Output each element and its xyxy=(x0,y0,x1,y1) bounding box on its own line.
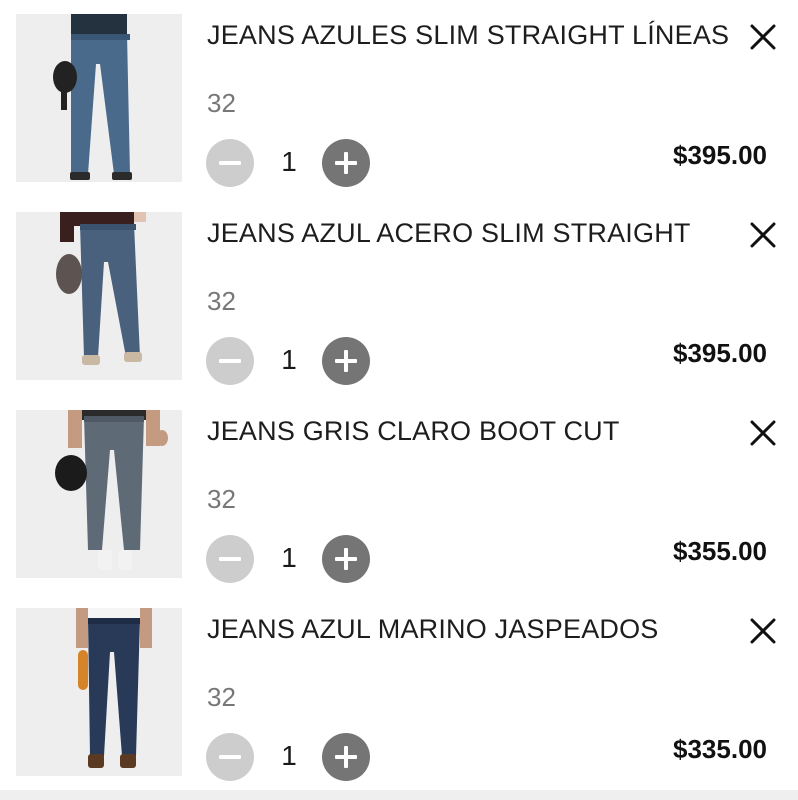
product-price: $395.00 xyxy=(673,338,767,368)
cart-list: JEANS AZULES SLIM STRAIGHT LÍNEAS 32 1 $… xyxy=(0,0,798,792)
product-price: $355.00 xyxy=(673,536,767,566)
quantity-value: 1 xyxy=(281,344,297,375)
quantity-value: 1 xyxy=(281,740,297,771)
product-image[interactable] xyxy=(16,14,182,182)
product-image[interactable] xyxy=(16,608,182,776)
quantity-value: 1 xyxy=(281,542,297,573)
product-name[interactable]: JEANS AZUL ACERO SLIM STRAIGHT xyxy=(207,218,691,249)
plus-icon xyxy=(335,152,357,174)
minus-icon xyxy=(219,161,241,165)
product-name[interactable]: JEANS GRIS CLARO BOOT CUT xyxy=(207,416,620,447)
close-icon xyxy=(750,618,776,644)
decrease-quantity-button[interactable] xyxy=(206,139,254,187)
close-icon xyxy=(750,420,776,446)
decrease-quantity-button[interactable] xyxy=(206,535,254,583)
increase-quantity-button[interactable] xyxy=(322,733,370,781)
remove-item-button[interactable] xyxy=(747,615,779,647)
remove-item-button[interactable] xyxy=(747,417,779,449)
increase-quantity-button[interactable] xyxy=(322,535,370,583)
remove-item-button[interactable] xyxy=(747,21,779,53)
plus-icon xyxy=(335,548,357,570)
product-size: 32 xyxy=(207,88,236,118)
minus-icon xyxy=(219,557,241,561)
product-image[interactable] xyxy=(16,410,182,578)
cart-item: JEANS AZULES SLIM STRAIGHT LÍNEAS 32 1 $… xyxy=(0,0,798,198)
cart-item: JEANS AZUL MARINO JASPEADOS 32 1 $335.00 xyxy=(0,594,798,792)
increase-quantity-button[interactable] xyxy=(322,139,370,187)
bottom-divider xyxy=(0,790,798,800)
product-name[interactable]: JEANS AZULES SLIM STRAIGHT LÍNEAS xyxy=(207,20,729,51)
jeans-photo xyxy=(16,212,182,380)
decrease-quantity-button[interactable] xyxy=(206,337,254,385)
jeans-photo xyxy=(16,410,182,578)
jeans-photo xyxy=(16,608,182,776)
cart-item: JEANS GRIS CLARO BOOT CUT 32 1 $355.00 xyxy=(0,396,798,594)
increase-quantity-button[interactable] xyxy=(322,337,370,385)
decrease-quantity-button[interactable] xyxy=(206,733,254,781)
close-icon xyxy=(750,222,776,248)
plus-icon xyxy=(335,746,357,768)
product-name[interactable]: JEANS AZUL MARINO JASPEADOS xyxy=(207,614,659,645)
product-size: 32 xyxy=(207,286,236,316)
product-size: 32 xyxy=(207,484,236,514)
product-size: 32 xyxy=(207,682,236,712)
remove-item-button[interactable] xyxy=(747,219,779,251)
cart-item: JEANS AZUL ACERO SLIM STRAIGHT 32 1 $395… xyxy=(0,198,798,396)
product-image[interactable] xyxy=(16,212,182,380)
minus-icon xyxy=(219,755,241,759)
close-icon xyxy=(750,24,776,50)
minus-icon xyxy=(219,359,241,363)
product-price: $395.00 xyxy=(673,140,767,170)
product-price: $335.00 xyxy=(673,734,767,764)
jeans-photo xyxy=(16,14,182,182)
plus-icon xyxy=(335,350,357,372)
quantity-value: 1 xyxy=(281,146,297,177)
